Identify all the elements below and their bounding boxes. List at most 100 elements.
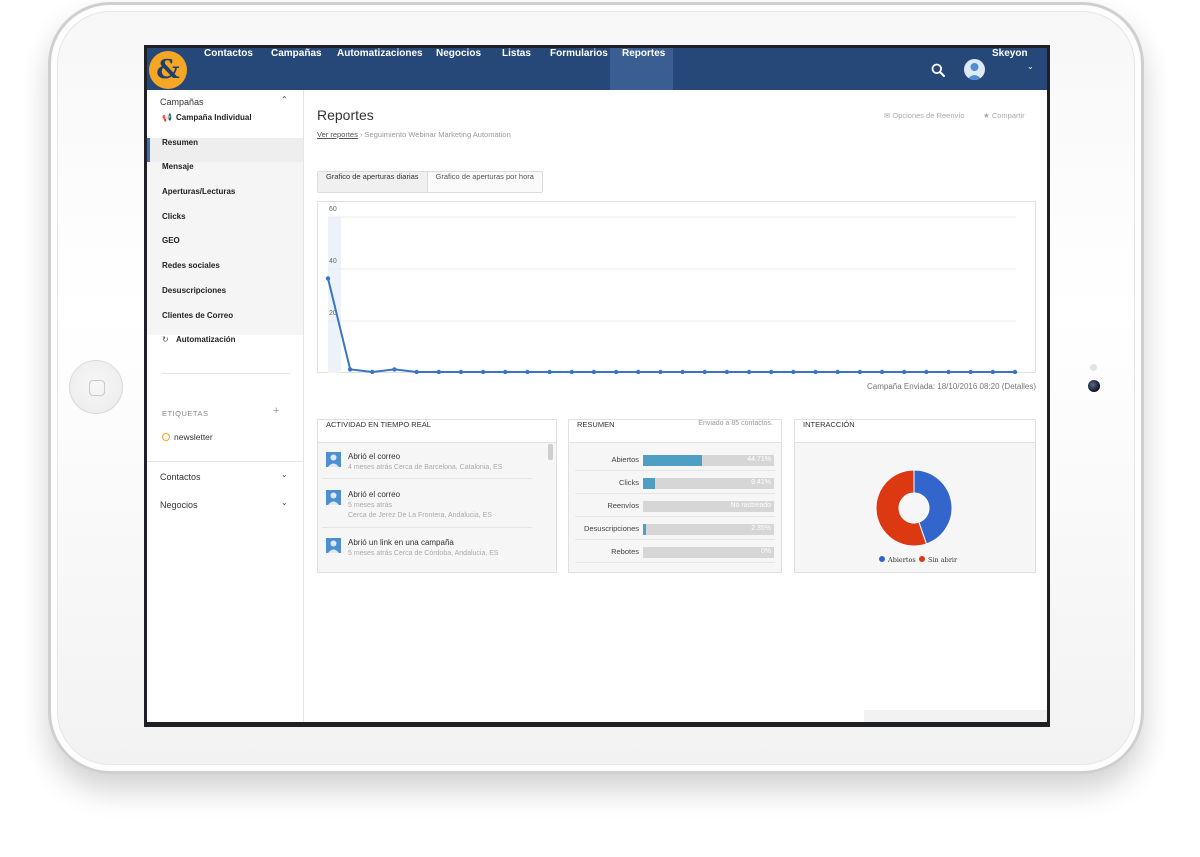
nav-item-reportes[interactable]: Reportes — [610, 48, 673, 90]
summary-bar-fill — [643, 478, 656, 489]
tab-aperturas-por-hora[interactable]: Grafico de aperturas por hora — [427, 172, 542, 192]
share-button[interactable]: ★ Compartir — [983, 111, 1025, 120]
tag-label: newsletter — [174, 432, 213, 442]
sidebar-item-resumen[interactable]: Resumen — [147, 137, 303, 163]
legend-dot — [879, 556, 885, 562]
data-point[interactable] — [569, 369, 574, 374]
data-point[interactable] — [636, 369, 641, 374]
data-point[interactable] — [547, 369, 552, 374]
tab-aperturas-diarias[interactable]: Grafico de aperturas diarias — [318, 172, 428, 192]
nav-item-contactos[interactable]: Contactos — [192, 48, 257, 90]
data-point[interactable] — [901, 369, 907, 374]
data-point[interactable] — [857, 369, 863, 374]
user-icon — [967, 63, 982, 80]
nav-item-listas[interactable]: Listas — [490, 48, 536, 90]
brand-logo[interactable]: & — [149, 51, 187, 89]
data-point[interactable] — [680, 369, 685, 374]
nav-item-automatizaciones[interactable]: Automatizaciones — [325, 48, 423, 90]
nav-item-campanas[interactable]: Campañas — [259, 48, 323, 90]
home-square-icon — [89, 380, 105, 396]
data-point[interactable] — [392, 367, 397, 372]
donut-chart — [875, 469, 953, 547]
chevron-down-icon[interactable]: ⌄ — [1027, 62, 1034, 71]
sent-count: Enviado a 85 contactos. — [698, 420, 773, 427]
divider — [147, 461, 303, 462]
data-point[interactable] — [370, 369, 375, 374]
divider — [322, 527, 532, 528]
data-point[interactable] — [813, 369, 818, 374]
data-point[interactable] — [746, 369, 752, 374]
sidebar-item-aperturas[interactable]: Aperturas/Lecturas — [147, 187, 303, 212]
nav-item-formularios[interactable]: Formularios — [538, 48, 608, 90]
chevron-down-icon[interactable]: ⌄ — [281, 470, 288, 479]
data-point[interactable] — [990, 369, 996, 374]
data-point[interactable] — [658, 369, 663, 374]
tag-item[interactable]: newsletter — [162, 432, 213, 442]
sidebar: Campañas ⌃ 📢 Campaña Individual Resumen M… — [147, 90, 304, 722]
data-point[interactable] — [325, 276, 331, 281]
sidebar-section-negocios[interactable]: Negocios — [160, 500, 198, 510]
activity-title: Abrió el correo — [348, 452, 401, 461]
sidebar-item-desuscripciones[interactable]: Desuscripciones — [147, 286, 303, 311]
user-icon — [326, 490, 341, 505]
data-point[interactable] — [480, 369, 486, 374]
page-title: Reportes — [317, 107, 374, 123]
user-avatar[interactable] — [964, 59, 985, 80]
activity-panel: ACTIVIDAD EN TIEMPO REAL Abrió el correo… — [317, 419, 557, 573]
nav-item-negocios[interactable]: Negocios — [424, 48, 488, 90]
data-point[interactable] — [946, 369, 951, 374]
data-point[interactable] — [702, 369, 707, 374]
sidebar-section-campanas[interactable]: Campañas — [160, 97, 204, 107]
plus-icon[interactable]: + — [273, 405, 279, 417]
data-point[interactable] — [613, 369, 619, 374]
chevron-down-icon[interactable]: ⌄ — [281, 498, 288, 507]
search-icon[interactable] — [931, 63, 945, 77]
sidebar-item-redes-sociales[interactable]: Redes sociales — [147, 261, 303, 286]
scrollbar[interactable] — [548, 444, 553, 460]
summary-row: Desuscripciones 2.35% — [575, 518, 775, 540]
sidebar-item-clicks[interactable]: Clicks — [147, 212, 303, 237]
data-point[interactable] — [503, 369, 508, 374]
sidebar-item-clientes-correo[interactable]: Clientes de Correo — [147, 311, 303, 336]
home-button[interactable] — [69, 360, 123, 414]
sidebar-item-label: Automatización — [176, 335, 236, 345]
data-point[interactable] — [414, 369, 419, 374]
data-point[interactable] — [968, 369, 973, 374]
chevron-up-icon[interactable]: ⌃ — [281, 95, 288, 104]
data-point[interactable] — [791, 369, 796, 374]
sidebar-item-campana-individual[interactable]: 📢 Campaña Individual — [147, 113, 303, 138]
breadcrumb-link[interactable]: Ver reportes — [317, 130, 358, 139]
data-point[interactable] — [591, 369, 597, 374]
data-point[interactable] — [835, 369, 840, 374]
summary-row: Clicks 9.41% — [575, 472, 775, 494]
data-point[interactable] — [347, 367, 353, 372]
resend-options-label: Opciones de Reenvío — [892, 111, 965, 120]
app: & Contactos Campañas Automatizaciones Ne… — [147, 48, 1047, 722]
user-name[interactable]: Skeyon — [992, 48, 1028, 90]
data-point[interactable] — [724, 369, 730, 374]
data-point[interactable] — [924, 369, 929, 374]
sensor-dot — [1090, 364, 1097, 371]
activity-meta: Cerca de Jerez De La Frontera, Andalucia… — [348, 512, 492, 519]
summary-row-label: Abiertos — [611, 455, 639, 464]
y-tick-label: 40 — [329, 258, 337, 265]
resend-options-button[interactable]: ✉ Opciones de Reenvío — [884, 111, 965, 120]
top-nav: & Contactos Campañas Automatizaciones Ne… — [147, 48, 1047, 90]
summary-bar: No rastreado — [643, 501, 774, 512]
legend-dot — [919, 556, 925, 562]
data-point[interactable] — [769, 369, 774, 374]
chart-tabs: Grafico de aperturas diarias Grafico de … — [317, 171, 543, 193]
data-point[interactable] — [458, 369, 464, 374]
data-point[interactable] — [1012, 369, 1018, 374]
bottom-strip — [864, 710, 1047, 722]
chart-caption[interactable]: Campaña Enviada: 18/10/2016 08:20 (Detal… — [867, 382, 1036, 391]
data-point[interactable] — [525, 369, 530, 374]
sidebar-section-contactos[interactable]: Contactos — [160, 472, 201, 482]
data-point[interactable] — [436, 369, 442, 374]
breadcrumb-current: Seguimiento Webinar Marketing Automation — [364, 130, 511, 139]
sidebar-item-geo[interactable]: GEO — [147, 236, 303, 261]
sidebar-item-mensaje[interactable]: Mensaje — [147, 162, 303, 187]
sidebar-item-automatizacion[interactable]: ↻ Automatización — [147, 335, 303, 360]
divider — [162, 373, 290, 374]
data-point[interactable] — [879, 369, 885, 374]
